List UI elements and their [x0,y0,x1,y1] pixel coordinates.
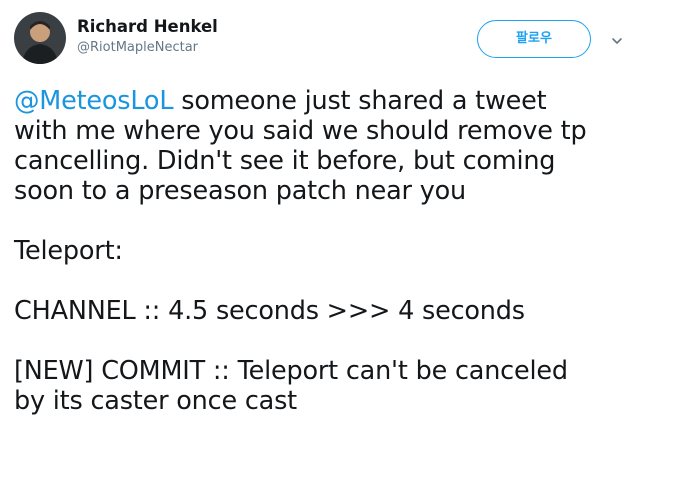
avatar-photo-icon [14,12,66,64]
tweet-text-segment: someone just shared a tweet [173,86,547,116]
tweet-card: Richard Henkel @RiotMapleNectar 팔로우 @Met… [0,0,677,482]
tweet-text-line: [NEW] COMMIT :: Teleport can't be cancel… [14,356,568,386]
author-display-name[interactable]: Richard Henkel [77,17,218,37]
tweet-text-line: soon to a preseason patch near you [14,176,466,206]
author-avatar[interactable] [14,12,66,64]
tweet-text-line: with me where you said we should remove … [14,116,587,146]
tweet-menu-button[interactable] [610,34,624,48]
tweet-text-line: Teleport: [14,236,123,266]
tweet-text-line: CHANNEL :: 4.5 seconds >>> 4 seconds [14,296,525,326]
tweet-text-line: cancelling. Didn't see it before, but co… [14,146,556,176]
author-handle[interactable]: @RiotMapleNectar [77,40,218,56]
tweet-text-line: @MeteosLoL someone just shared a tweet [14,86,664,116]
tweet-text-line: by its caster once cast [14,386,297,416]
author-name-block[interactable]: Richard Henkel @RiotMapleNectar [77,17,218,56]
mention-link[interactable]: @MeteosLoL [14,86,174,116]
follow-button[interactable]: 팔로우 [477,20,591,58]
chevron-down-icon [612,38,622,44]
tweet-text: @MeteosLoL someone just shared a tweet w… [14,86,664,416]
